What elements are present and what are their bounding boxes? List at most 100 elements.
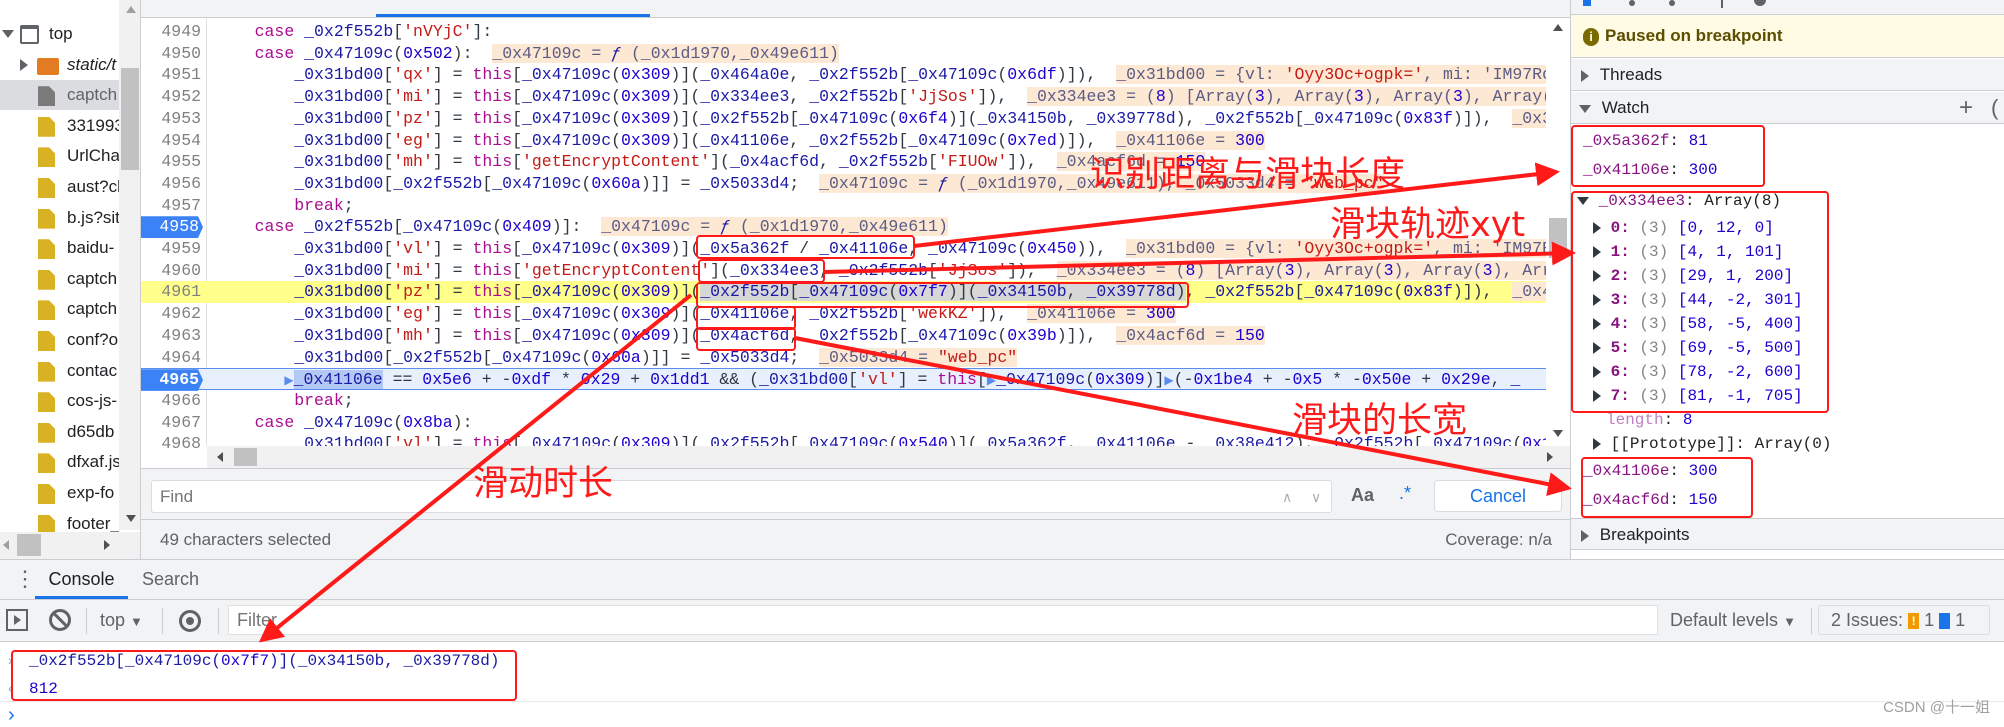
scrollbar-thumb[interactable] xyxy=(234,448,257,466)
step-icon[interactable] xyxy=(1721,0,1723,8)
context-selector[interactable]: top ▼ xyxy=(100,610,143,631)
find-input[interactable] xyxy=(151,480,1332,513)
file-tree-item[interactable]: contac xyxy=(0,356,119,386)
array-entry[interactable]: 7: (3) [81, -1, 705] xyxy=(1593,387,1803,405)
code-line[interactable]: 4950 case _0x47109c(0x502): _0x47109c = … xyxy=(141,43,1546,65)
line-number[interactable]: 4967 xyxy=(141,412,201,434)
code-line[interactable]: 4952 _0x31bd00['mi'] = this[_0x47109c(0x… xyxy=(141,86,1546,108)
array-entry[interactable]: 3: (3) [44, -2, 301] xyxy=(1593,291,1803,309)
tab-console[interactable]: Console xyxy=(35,560,128,599)
line-number[interactable]: 4965 xyxy=(141,369,203,391)
more-options-icon[interactable]: ⋮ xyxy=(14,566,36,592)
code-line[interactable]: 4960 _0x31bd00['mi'] = this['getEncryptC… xyxy=(141,260,1546,282)
line-number[interactable]: 4966 xyxy=(141,390,201,412)
watch-item[interactable]: _0x4acf6d: 150 xyxy=(1583,491,1717,509)
array-entry[interactable]: 0: (3) [0, 12, 0] xyxy=(1593,219,1774,237)
line-number[interactable]: 4963 xyxy=(141,325,201,347)
line-number[interactable]: 4954 xyxy=(141,130,201,152)
cancel-button[interactable]: Cancel xyxy=(1434,480,1562,512)
show-sidebar-icon[interactable] xyxy=(6,609,28,631)
line-number[interactable]: 4953 xyxy=(141,108,201,130)
line-number[interactable]: 4960 xyxy=(141,260,201,282)
clear-console-icon[interactable] xyxy=(49,609,71,631)
file-tree-item[interactable]: dfxaf.js xyxy=(0,447,119,477)
code-line[interactable]: 4961 _0x31bd00['pz'] = this[_0x47109c(0x… xyxy=(141,281,1546,304)
sidebar-horizontal-scrollbar[interactable] xyxy=(0,532,140,559)
watch-item-array[interactable]: _0x334ee3: Array(8) xyxy=(1577,192,1781,210)
file-tree-item[interactable]: cos-js- xyxy=(0,386,119,416)
collapse-arrow-icon[interactable] xyxy=(20,58,28,71)
line-number[interactable]: 4952 xyxy=(141,86,201,108)
match-case-button[interactable]: Aa xyxy=(1351,485,1374,506)
file-tree-item[interactable]: exp-fo xyxy=(0,478,119,508)
tab-search[interactable]: Search xyxy=(142,560,199,599)
scroll-down-icon[interactable] xyxy=(1553,430,1563,437)
file-tree-item[interactable]: 331993 xyxy=(0,111,119,141)
active-tab-indicator[interactable] xyxy=(376,14,650,17)
sidebar-vertical-scrollbar[interactable] xyxy=(119,0,140,530)
expand-icon[interactable] xyxy=(1593,221,1601,234)
find-previous-icon[interactable]: ∧ xyxy=(1282,489,1292,506)
array-entry[interactable]: 6: (3) [78, -2, 600] xyxy=(1593,363,1803,381)
add-watch-icon[interactable]: + xyxy=(1959,92,1973,124)
code-line[interactable]: 4953 _0x31bd00['pz'] = this[_0x47109c(0x… xyxy=(141,108,1546,130)
expand-icon[interactable] xyxy=(1593,389,1601,402)
file-tree-item[interactable]: captch xyxy=(0,80,119,111)
watch-item[interactable]: _0x41106e: 300 xyxy=(1583,462,1717,480)
refresh-watch-icon[interactable]: ( xyxy=(1991,92,1998,124)
line-number[interactable]: 4961 xyxy=(141,281,201,303)
source-editor[interactable]: 4949 case _0x2f552b['nVYjC']: 4950 case _… xyxy=(141,0,1570,559)
watch-section-header[interactable]: Watch + ( xyxy=(1571,92,2004,124)
line-number[interactable]: 4949 xyxy=(141,21,201,43)
expand-icon[interactable] xyxy=(1593,341,1601,354)
scroll-left-icon[interactable] xyxy=(217,452,223,462)
file-tree-item[interactable]: b.js?sit xyxy=(0,203,119,233)
file-tree-item[interactable]: top xyxy=(0,19,119,49)
line-number[interactable]: 4959 xyxy=(141,238,201,260)
code-line[interactable]: 4962 _0x31bd00['eg'] = this[_0x47109c(0x… xyxy=(141,303,1546,325)
watch-item[interactable]: _0x5a362f: 81 xyxy=(1583,132,1708,150)
coverage-status[interactable]: Coverage: n/a xyxy=(1445,530,1552,550)
file-tree-item[interactable]: captch xyxy=(0,264,119,294)
scroll-up-icon[interactable] xyxy=(1553,24,1563,31)
log-levels-dropdown[interactable]: Default levels ▼ xyxy=(1670,610,1796,631)
regex-button[interactable]: .* xyxy=(1399,483,1411,504)
line-number[interactable]: 4956 xyxy=(141,173,201,195)
watch-item[interactable]: _0x41106e: 300 xyxy=(1583,161,1717,179)
array-entry[interactable]: 4: (3) [58, -5, 400] xyxy=(1593,315,1803,333)
scroll-right-icon[interactable] xyxy=(104,540,110,550)
console-prompt-icon[interactable]: › xyxy=(8,704,15,727)
scrollbar-thumb[interactable] xyxy=(1549,218,1567,258)
line-number[interactable]: 4951 xyxy=(141,64,201,86)
console-filter-input[interactable] xyxy=(228,605,1658,635)
scroll-down-icon[interactable] xyxy=(126,515,136,522)
find-next-icon[interactable]: ∨ xyxy=(1311,489,1321,506)
deactivate-breakpoints-icon[interactable] xyxy=(1754,0,1766,6)
file-tree-item[interactable]: static/t xyxy=(0,50,119,80)
file-tree-item[interactable]: aust?cl xyxy=(0,172,119,202)
step-into-icon[interactable] xyxy=(1669,0,1675,6)
editor-horizontal-scrollbar[interactable] xyxy=(207,446,1570,468)
scroll-left-icon[interactable] xyxy=(3,540,9,550)
resume-icon[interactable] xyxy=(1583,0,1591,6)
scrollbar-thumb[interactable] xyxy=(121,68,139,170)
expand-icon[interactable] xyxy=(1593,317,1601,330)
code-line[interactable]: 4963 _0x31bd00['mh'] = this[_0x47109c(0x… xyxy=(141,325,1546,347)
line-number[interactable]: 4955 xyxy=(141,151,201,173)
file-tree-item[interactable]: UrlCha xyxy=(0,141,119,171)
expand-icon[interactable] xyxy=(1593,365,1601,378)
threads-section-header[interactable]: Threads xyxy=(1571,59,2004,91)
array-entry[interactable]: 2: (3) [29, 1, 200] xyxy=(1593,267,1793,285)
code-line[interactable]: 4965 ▶_0x41106e == 0x5e6 + -0xdf * 0x29 … xyxy=(141,368,1546,391)
live-expression-eye-icon[interactable] xyxy=(179,610,201,632)
scroll-right-icon[interactable] xyxy=(1547,452,1553,462)
file-tree-item[interactable]: captch xyxy=(0,294,119,324)
code-line[interactable]: 4964 _0x31bd00[_0x2f552b[_0x47109c(0x60a… xyxy=(141,347,1546,369)
scrollbar-thumb[interactable] xyxy=(17,534,41,556)
expand-arrow-icon[interactable] xyxy=(2,30,14,38)
expand-icon[interactable] xyxy=(1593,437,1601,450)
expand-icon[interactable] xyxy=(1593,269,1601,282)
expand-icon[interactable] xyxy=(1593,293,1601,306)
array-entry[interactable]: 5: (3) [69, -5, 500] xyxy=(1593,339,1803,357)
editor-vertical-scrollbar[interactable] xyxy=(1546,18,1570,446)
